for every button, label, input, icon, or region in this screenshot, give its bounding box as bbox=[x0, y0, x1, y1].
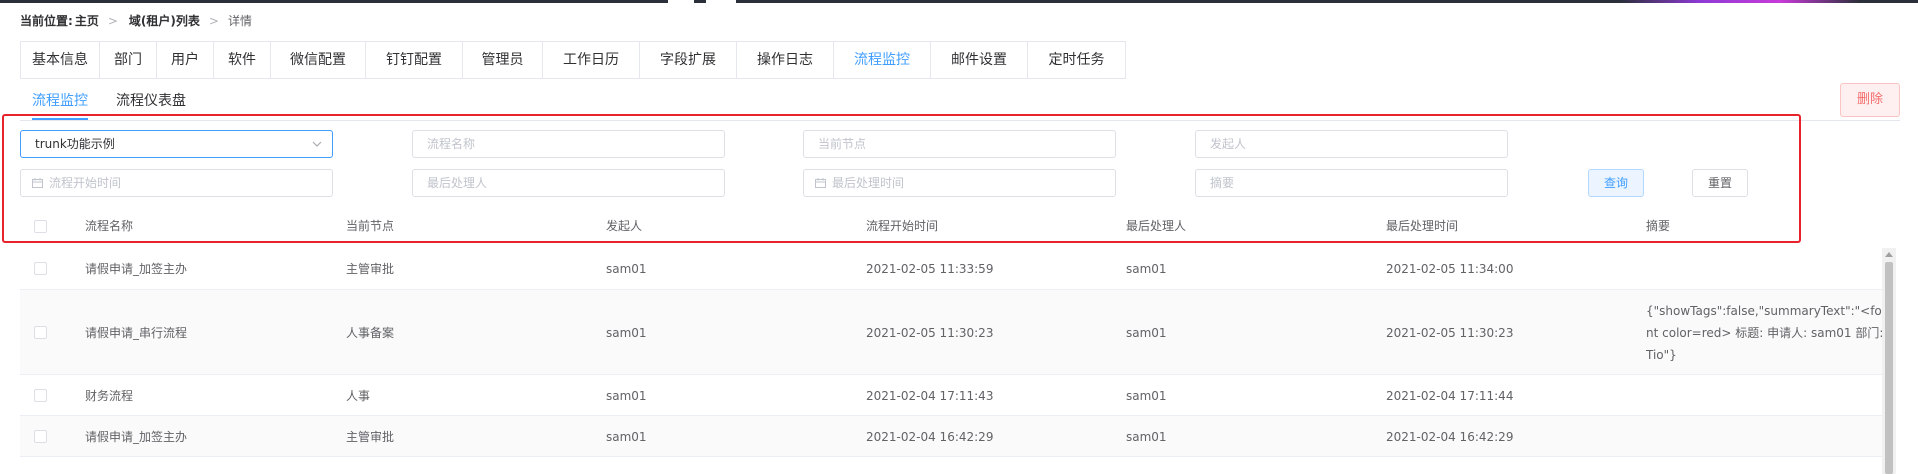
column-header-last-handler: 最后处理人 bbox=[1126, 219, 1187, 233]
row-checkbox[interactable] bbox=[34, 389, 47, 402]
column-header-current-node: 当前节点 bbox=[346, 219, 395, 233]
table-row[interactable]: 请假申请_串行流程 人事备案 sam01 2021-02-05 11:30:23… bbox=[20, 290, 1883, 375]
initiator-input[interactable] bbox=[1196, 131, 1507, 157]
start-time-input[interactable] bbox=[21, 170, 332, 196]
current-node-field[interactable] bbox=[803, 130, 1116, 158]
cell-process-name: 请假申请_串行流程 bbox=[85, 326, 188, 340]
cell-process-name: 请假申请_加签主办 bbox=[85, 430, 188, 444]
cell-last-handle-time: 2021-02-04 16:42:29 bbox=[1386, 430, 1514, 444]
process-select[interactable]: trunk功能示例 bbox=[20, 130, 333, 158]
cell-current-node: 主管审批 bbox=[346, 430, 395, 444]
last-handle-time-field[interactable] bbox=[803, 169, 1116, 197]
tab-departments[interactable]: 部门 bbox=[100, 42, 157, 78]
tab-field-extension[interactable]: 字段扩展 bbox=[640, 42, 737, 78]
delete-button[interactable]: 删除 bbox=[1840, 83, 1900, 117]
scroll-up-arrow-icon[interactable] bbox=[1885, 252, 1893, 257]
cell-last-handler: sam01 bbox=[1126, 430, 1167, 444]
table-row[interactable]: 财务流程 人事 sam01 2021-02-04 17:11:43 sam01 … bbox=[20, 375, 1882, 416]
tab-wechat-config[interactable]: 微信配置 bbox=[271, 42, 366, 78]
cell-current-node: 人事备案 bbox=[346, 326, 395, 340]
cell-current-node: 主管审批 bbox=[346, 262, 395, 276]
tab-users[interactable]: 用户 bbox=[157, 42, 214, 78]
process-name-input[interactable] bbox=[413, 131, 724, 157]
query-button[interactable]: 查询 bbox=[1588, 169, 1644, 197]
cell-last-handler: sam01 bbox=[1126, 326, 1167, 340]
breadcrumb-separator-icon: > bbox=[208, 14, 219, 28]
cell-last-handler: sam01 bbox=[1126, 262, 1167, 276]
table-row[interactable]: 请假申请_加签主办 主管审批 sam01 2021-02-05 11:33:59… bbox=[20, 248, 1882, 290]
cell-start-time: 2021-02-04 17:11:43 bbox=[866, 389, 994, 403]
calendar-icon bbox=[815, 178, 826, 188]
last-handler-input[interactable] bbox=[413, 170, 724, 196]
reset-button[interactable]: 重置 bbox=[1692, 169, 1748, 197]
row-checkbox[interactable] bbox=[34, 430, 47, 443]
last-handler-field[interactable] bbox=[412, 169, 725, 197]
column-header-initiator: 发起人 bbox=[606, 219, 643, 233]
tab-administrators[interactable]: 管理员 bbox=[463, 42, 543, 78]
scrollbar-thumb[interactable] bbox=[1885, 262, 1893, 474]
initiator-field[interactable] bbox=[1195, 130, 1508, 158]
chevron-down-icon bbox=[312, 141, 322, 147]
cell-start-time: 2021-02-05 11:30:23 bbox=[866, 326, 994, 340]
top-bar bbox=[0, 0, 1918, 3]
cell-current-node: 人事 bbox=[346, 389, 371, 403]
cell-summary: {"showTags":false,"summaryText":"<font c… bbox=[1646, 304, 1884, 362]
subtab-divider bbox=[20, 120, 1900, 121]
cell-last-handler: sam01 bbox=[1126, 389, 1167, 403]
breadcrumb-separator-icon: > bbox=[107, 14, 118, 28]
subtab-process-monitor[interactable]: 流程监控 bbox=[32, 88, 88, 120]
breadcrumb-tenant-list[interactable]: 域(租户)列表 bbox=[129, 12, 200, 30]
process-select-value: trunk功能示例 bbox=[35, 137, 115, 151]
start-time-field[interactable] bbox=[20, 169, 333, 197]
cell-last-handle-time: 2021-02-05 11:34:00 bbox=[1386, 262, 1514, 276]
cell-start-time: 2021-02-04 16:42:29 bbox=[866, 430, 994, 444]
tab-software[interactable]: 软件 bbox=[214, 42, 271, 78]
tab-email-settings[interactable]: 邮件设置 bbox=[931, 42, 1028, 78]
cell-initiator: sam01 bbox=[606, 389, 647, 403]
tab-scheduled-tasks[interactable]: 定时任务 bbox=[1028, 42, 1125, 78]
tab-work-calendar[interactable]: 工作日历 bbox=[543, 42, 640, 78]
sub-tabs: 流程监控 流程仪表盘 bbox=[32, 88, 214, 120]
cell-initiator: sam01 bbox=[606, 430, 647, 444]
summary-field[interactable] bbox=[1195, 169, 1508, 197]
breadcrumb: 当前位置: 主页 > 域(租户)列表 > 详情 bbox=[20, 12, 252, 30]
cell-start-time: 2021-02-05 11:33:59 bbox=[866, 262, 994, 276]
select-all-checkbox[interactable] bbox=[34, 220, 47, 233]
current-node-input[interactable] bbox=[804, 131, 1115, 157]
cell-last-handle-time: 2021-02-04 17:11:44 bbox=[1386, 389, 1514, 403]
row-checkbox[interactable] bbox=[34, 262, 47, 275]
process-name-field[interactable] bbox=[412, 130, 725, 158]
cell-initiator: sam01 bbox=[606, 326, 647, 340]
breadcrumb-home[interactable]: 主页 bbox=[75, 12, 99, 30]
last-handle-time-input[interactable] bbox=[804, 170, 1115, 196]
tab-operation-log[interactable]: 操作日志 bbox=[737, 42, 834, 78]
cell-initiator: sam01 bbox=[606, 262, 647, 276]
subtab-process-dashboard[interactable]: 流程仪表盘 bbox=[116, 88, 186, 120]
row-checkbox[interactable] bbox=[34, 326, 47, 339]
table-row[interactable]: 请假申请_加签主办 主管审批 sam01 2021-02-04 16:42:29… bbox=[20, 416, 1882, 457]
cell-process-name: 财务流程 bbox=[85, 389, 134, 403]
breadcrumb-current: 详情 bbox=[227, 14, 252, 28]
column-header-summary: 摘要 bbox=[1646, 219, 1671, 233]
tab-basic-info[interactable]: 基本信息 bbox=[21, 42, 100, 78]
tab-process-monitor[interactable]: 流程监控 bbox=[834, 42, 931, 78]
summary-input[interactable] bbox=[1196, 170, 1507, 196]
calendar-icon bbox=[32, 178, 43, 188]
main-tabs: 基本信息 部门 用户 软件 微信配置 钉钉配置 管理员 工作日历 字段扩展 操作… bbox=[20, 41, 1126, 79]
cell-process-name: 请假申请_加签主办 bbox=[85, 262, 188, 276]
column-header-start-time: 流程开始时间 bbox=[866, 219, 939, 233]
column-header-process-name: 流程名称 bbox=[85, 219, 134, 233]
tab-dingtalk-config[interactable]: 钉钉配置 bbox=[366, 42, 463, 78]
column-header-last-handle-time: 最后处理时间 bbox=[1386, 219, 1459, 233]
cell-last-handle-time: 2021-02-05 11:30:23 bbox=[1386, 326, 1514, 340]
breadcrumb-label: 当前位置: bbox=[20, 14, 73, 28]
